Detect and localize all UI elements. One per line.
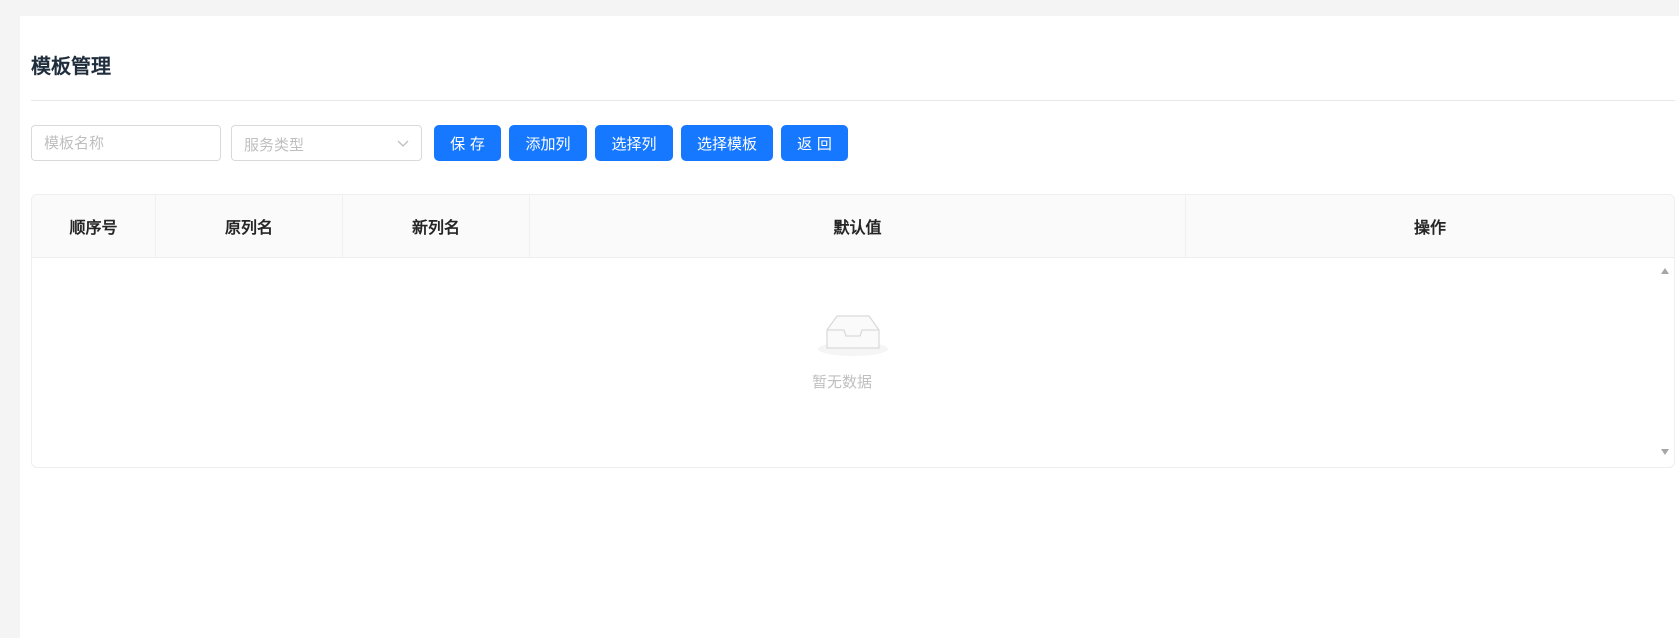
column-header-new-name: 新列名 [343,195,530,257]
service-type-select[interactable]: 服务类型 [231,125,422,161]
select-template-button[interactable]: 选择模板 [681,125,773,161]
add-column-button[interactable]: 添加列 [509,125,587,161]
back-button[interactable]: 返 回 [781,125,848,161]
scroll-up-icon[interactable] [1660,267,1670,275]
scroll-down-icon[interactable] [1660,448,1670,456]
table-header: 顺序号 原列名 新列名 默认值 操作 [32,195,1674,258]
chevron-down-icon [397,140,409,147]
column-header-actions: 操作 [1413,218,1446,237]
template-name-input[interactable] [31,125,221,161]
title-divider [31,100,1675,101]
service-type-placeholder: 服务类型 [244,136,305,154]
column-header-original-name: 原列名 [156,195,343,257]
column-header-default-value: 默认值 [530,195,1186,257]
save-button[interactable]: 保 存 [434,125,501,161]
page-title: 模板管理 [31,54,111,78]
empty-inbox-icon [818,315,888,356]
column-header-order: 顺序号 [32,195,156,257]
template-management-panel: 模板管理 服务类型 保 存 添加列 选择列 选择模板 返 回 顺序号 原列名 新… [20,16,1679,638]
select-column-button[interactable]: 选择列 [595,125,673,161]
empty-text: 暂无数据 [811,373,872,391]
columns-table: 顺序号 原列名 新列名 默认值 操作 暂无数据 [31,194,1675,468]
empty-state: 暂无数据 [32,258,1652,467]
